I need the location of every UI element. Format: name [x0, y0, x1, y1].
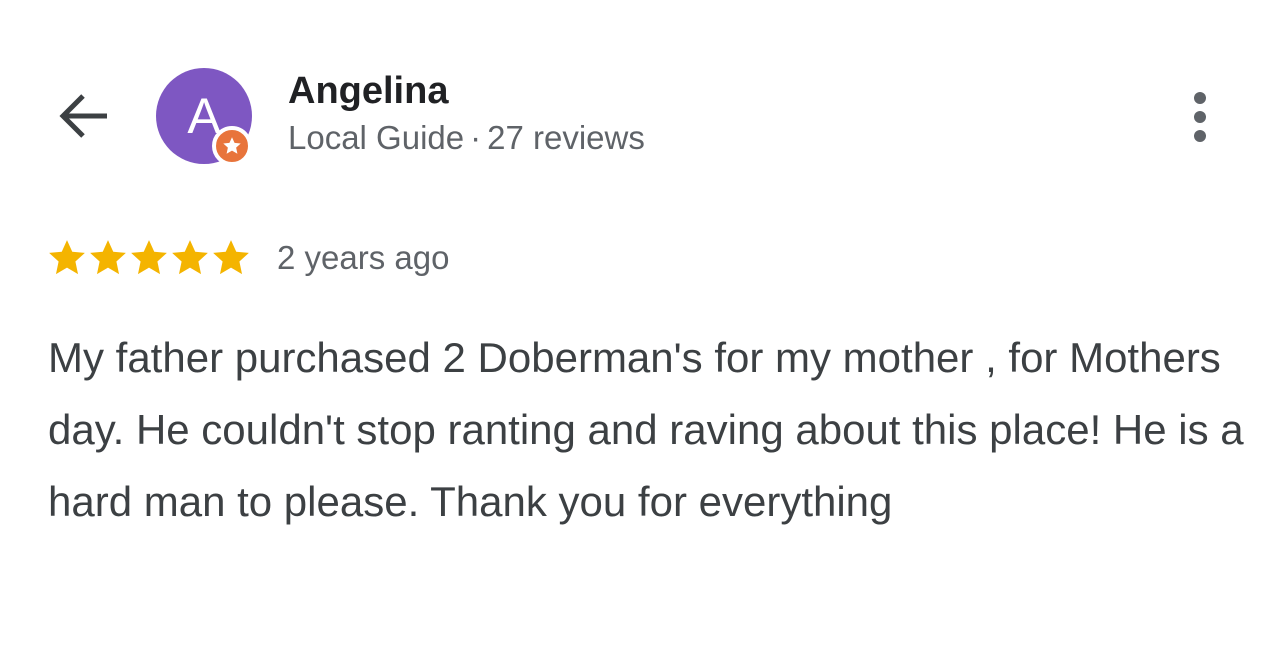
star-rating [46, 237, 251, 279]
review-detail-screen: A Angelina Local Guide · 27 reviews 2 year… [0, 0, 1284, 651]
reviewer-name[interactable]: Angelina [288, 70, 448, 113]
back-button[interactable] [52, 88, 114, 144]
review-count[interactable]: 27 reviews [487, 119, 645, 156]
star-icon [90, 240, 126, 275]
star-icon [213, 240, 249, 275]
reviewer-level: Local Guide [288, 119, 465, 156]
arrow-back-icon [59, 94, 107, 138]
rating-row: 2 years ago [46, 236, 449, 280]
more-vertical-icon [1194, 92, 1206, 142]
reviewer-meta: Local Guide · 27 reviews [288, 119, 645, 157]
star-icon [172, 240, 208, 275]
local-guide-star-icon [223, 137, 241, 154]
star-icon [131, 240, 167, 275]
meta-separator: · [470, 119, 482, 156]
star-icon [49, 240, 85, 275]
local-guide-badge [212, 126, 252, 166]
review-text: My father purchased 2 Doberman's for my … [48, 334, 1244, 525]
more-options-button[interactable] [1176, 86, 1224, 148]
review-date: 2 years ago [277, 239, 450, 276]
